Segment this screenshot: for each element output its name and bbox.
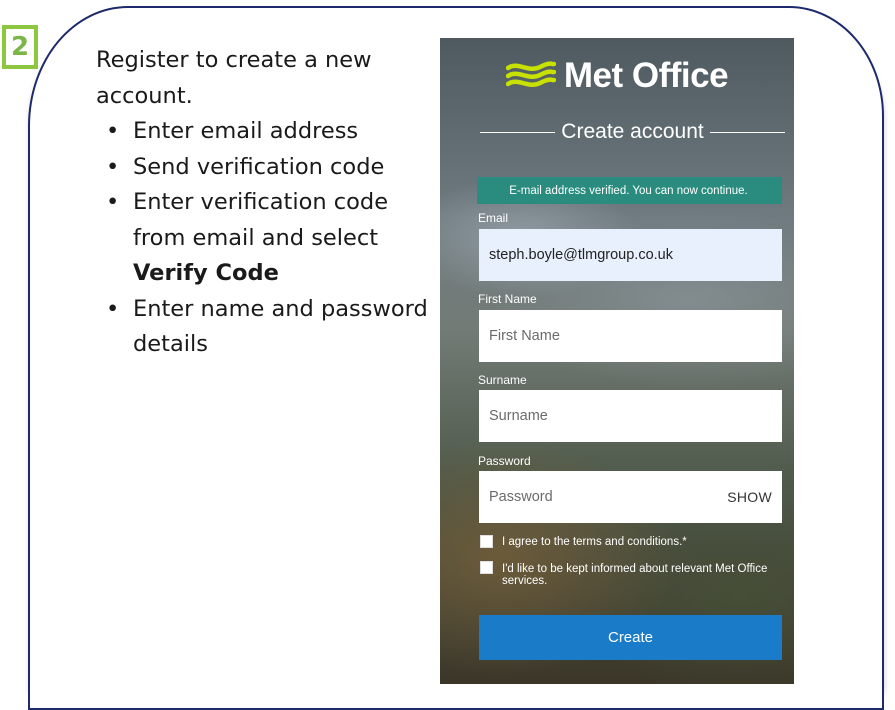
instruction-item: • Enter verification code from email and…: [96, 185, 446, 292]
heading-text: Create account: [561, 120, 704, 143]
bullet-icon: •: [106, 118, 120, 144]
bullet-icon: •: [106, 189, 120, 215]
first-name-label: First Name: [478, 292, 537, 306]
create-account-screen: Met Office Create account E-mail address…: [440, 38, 794, 684]
info-checkbox-label: I'd like to be kept informed about relev…: [502, 563, 768, 587]
step-number-badge: 2: [2, 25, 38, 69]
bullet-icon: •: [106, 295, 120, 322]
instruction-text: Enter name and password details: [133, 295, 428, 358]
bullet-icon: •: [106, 153, 120, 180]
create-button[interactable]: Create: [479, 615, 782, 660]
instruction-text: Send verification code: [133, 153, 385, 180]
show-password-button[interactable]: SHOW: [727, 489, 772, 505]
password-input[interactable]: Password SHOW: [479, 471, 782, 523]
terms-checkbox[interactable]: [480, 535, 493, 548]
instruction-text: Enter verification code from email and s…: [133, 189, 389, 251]
met-office-logo: Met Office: [440, 56, 794, 96]
instruction-item: • Enter email address: [96, 114, 446, 150]
surname-input[interactable]: Surname: [479, 390, 782, 442]
instruction-item: • Send verification code: [96, 150, 446, 186]
email-verified-banner: E-mail address verified. You can now con…: [477, 177, 782, 204]
instructions-intro: Register to create a new account.: [96, 47, 372, 109]
email-label: Email: [478, 211, 509, 225]
instructions-list: • Enter email address • Send verificatio…: [96, 114, 446, 363]
logo-text: Met Office: [563, 56, 729, 95]
terms-checkbox-label: I agree to the terms and conditions.*: [502, 536, 687, 548]
heading-rule-left: [480, 131, 556, 133]
instruction-text: Enter email address: [133, 118, 359, 144]
password-placeholder: Password: [489, 489, 553, 505]
instructions-panel: Register to create a new account. • Ente…: [96, 43, 446, 363]
met-office-waves-icon: [505, 61, 556, 91]
email-field[interactable]: steph.boyle@tlmgroup.co.uk: [479, 229, 782, 281]
surname-label: Surname: [478, 373, 527, 387]
instruction-bold-text: Verify Code: [133, 260, 279, 286]
password-label: Password: [478, 454, 531, 468]
first-name-input[interactable]: First Name: [479, 310, 782, 362]
instruction-item: • Enter name and password details: [96, 292, 446, 363]
heading-rule-right: [709, 131, 786, 133]
create-account-heading: Create account: [480, 120, 786, 144]
info-checkbox[interactable]: [480, 561, 493, 574]
